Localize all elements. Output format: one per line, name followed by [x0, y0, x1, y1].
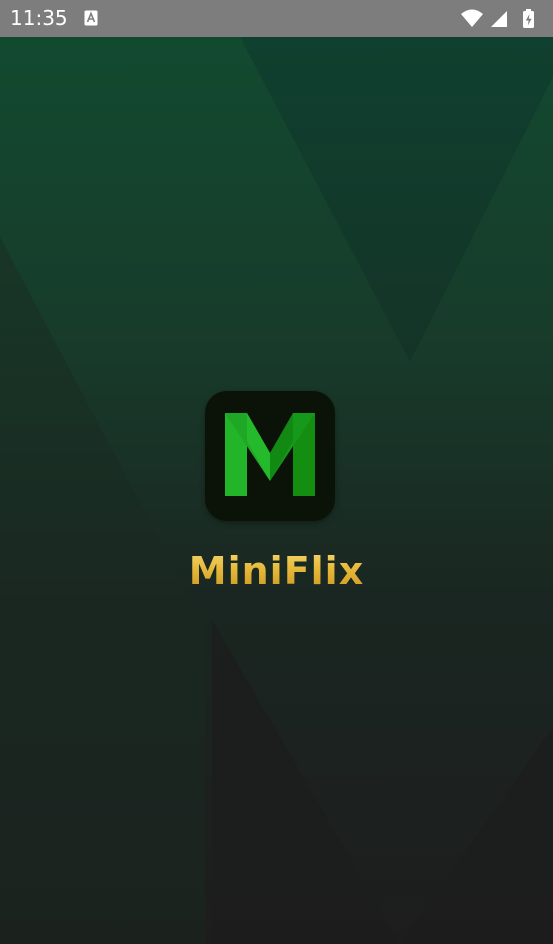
cell-signal-icon	[491, 11, 507, 27]
status-time: 11:35	[10, 6, 68, 30]
battery-charging-icon	[523, 9, 534, 28]
a-icon	[84, 10, 98, 26]
status-bar: 11:35	[0, 0, 553, 37]
app-logo	[205, 391, 335, 521]
miniflix-logo-icon	[225, 413, 315, 496]
wifi-icon	[461, 9, 483, 27]
status-icons	[461, 8, 543, 28]
splash-screen: 11:35 MiniFlix	[0, 0, 553, 944]
app-name: MiniFlix	[0, 546, 553, 596]
